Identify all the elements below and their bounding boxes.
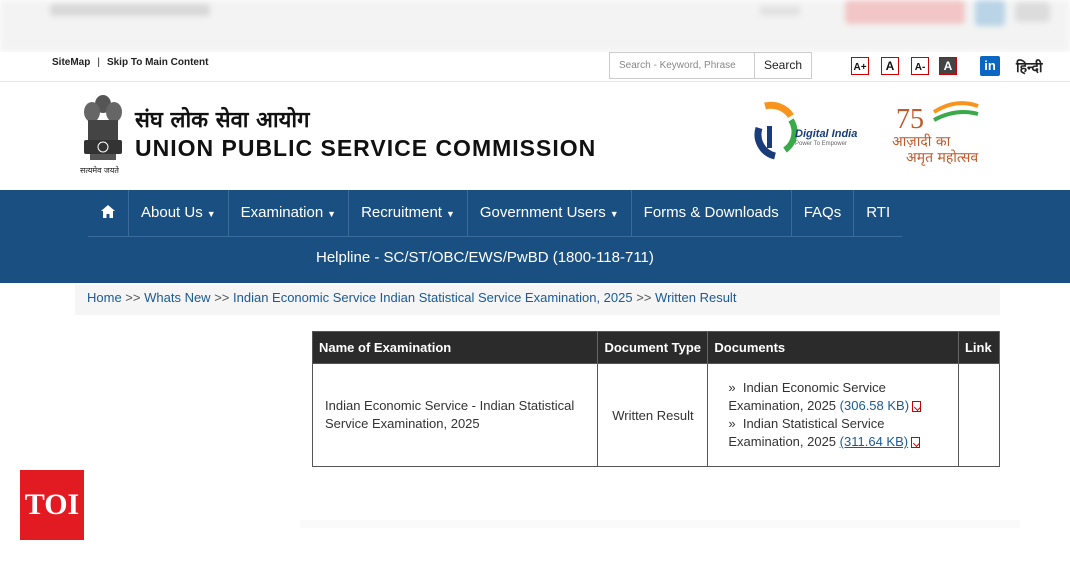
document-item-iss[interactable]: » Indian Statistical Service Examination… [728, 415, 938, 451]
site-title-hindi: संघ लोक सेवा आयोग [135, 108, 310, 133]
nav-row: About Us ▼ Examination ▼ Recruitment ▼ Gove… [88, 190, 903, 237]
utility-separator: | [97, 57, 100, 68]
exam-name-cell: Indian Economic Service - Indian Statist… [311, 363, 599, 467]
breadcrumb-home[interactable]: Home [87, 290, 122, 305]
col-documents: Documents [707, 331, 959, 364]
linkedin-icon[interactable]: in [980, 56, 1000, 76]
caret-down-icon: ▼ [445, 209, 455, 219]
col-link: Link [958, 331, 1001, 364]
nav-faqs[interactable]: FAQs [792, 190, 855, 236]
document-link-ies[interactable]: (306.58 KB) [840, 398, 909, 413]
blurred-browser-bar [0, 0, 1070, 52]
digital-india-label: Digital India [795, 128, 858, 140]
utility-links: SiteMap | Skip To Main Content [52, 57, 208, 68]
caret-down-icon: ▼ [327, 209, 337, 219]
skip-to-content-link[interactable]: Skip To Main Content [107, 57, 208, 68]
main-navigation: About Us ▼ Examination ▼ Recruitment ▼ Gove… [0, 190, 1070, 283]
search-input[interactable]: Search - Keyword, Phrase [610, 53, 755, 78]
azadi-number: 75 [896, 104, 924, 135]
nav-forms-downloads[interactable]: Forms & Downloads [632, 190, 792, 236]
document-type-cell: Written Result [597, 363, 709, 467]
link-cell [957, 363, 1001, 467]
site-header: सत्यमेव जयते संघ लोक सेवा आयोग UNION PUB… [0, 82, 1070, 190]
emblem-caption: सत्यमेव जयते [80, 166, 119, 175]
footer-fade [300, 520, 1020, 528]
document-item-ies[interactable]: » Indian Economic Service Examination, 2… [728, 379, 938, 415]
document-link-iss[interactable]: (311.64 KB) [840, 434, 908, 449]
utility-bar: SiteMap | Skip To Main Content [0, 52, 1070, 82]
breadcrumb: Home >> Whats New >> Indian Economic Ser… [75, 285, 1000, 315]
home-icon [101, 205, 115, 218]
breadcrumb-exam[interactable]: Indian Economic Service Indian Statistic… [233, 290, 633, 305]
font-increase-button[interactable]: A+ [851, 57, 869, 75]
high-contrast-button[interactable]: A [939, 57, 957, 75]
site-title-english: UNION PUBLIC SERVICE COMMISSION [135, 135, 597, 161]
breadcrumb-whats-new[interactable]: Whats New [144, 290, 210, 305]
digital-india-tagline: Power To Empower [795, 141, 847, 147]
pdf-icon[interactable] [912, 401, 922, 412]
nav-home[interactable] [88, 190, 129, 236]
font-normal-button[interactable]: A [881, 57, 899, 75]
col-document-type: Document Type [597, 331, 709, 364]
results-table: Name of Examination Document Type Docume… [311, 331, 1001, 467]
pdf-icon[interactable] [911, 437, 921, 448]
helpline-link[interactable]: Helpline - SC/ST/OBC/EWS/PwBD (1800-118-… [316, 249, 654, 266]
nav-examination[interactable]: Examination ▼ [229, 190, 350, 236]
caret-down-icon: ▼ [609, 209, 619, 219]
nav-government-users[interactable]: Government Users ▼ [468, 190, 632, 236]
nav-rti[interactable]: RTI [854, 190, 902, 236]
nav-recruitment[interactable]: Recruitment ▼ [349, 190, 468, 236]
nav-about-us[interactable]: About Us ▼ [129, 190, 229, 236]
col-name-of-examination: Name of Examination [312, 331, 599, 364]
caret-down-icon: ▼ [206, 209, 216, 219]
font-decrease-button[interactable]: A- [911, 57, 929, 75]
sitemap-link[interactable]: SiteMap [52, 57, 90, 68]
table-header-row: Name of Examination Document Type Docume… [312, 331, 1001, 364]
language-toggle[interactable]: हिन्दी [1016, 58, 1042, 77]
search-box: Search - Keyword, Phrase Search [609, 52, 812, 79]
azadi-line-2: अमृत महोत्सव [906, 150, 979, 166]
breadcrumb-current[interactable]: Written Result [655, 290, 736, 305]
search-button[interactable]: Search [755, 53, 811, 78]
toi-watermark-logo: TOI [20, 470, 84, 540]
documents-cell: » Indian Economic Service Examination, 2… [707, 363, 959, 467]
table-row: Indian Economic Service - Indian Statist… [311, 363, 1001, 467]
